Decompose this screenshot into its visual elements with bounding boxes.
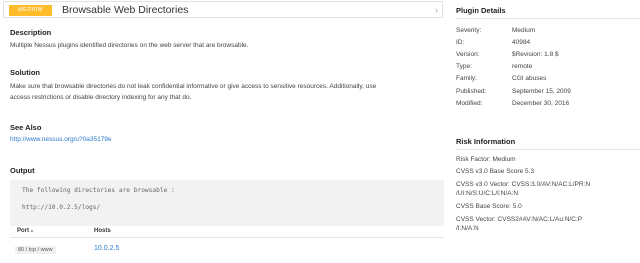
cvss3-vector-line-1: CVSS v3.0 Vector: CVSS:3.0/AV:N/AC:L/PR:… [456, 181, 591, 188]
description-text: Multiple Nessus plugins identified direc… [10, 42, 249, 49]
see-also-link[interactable]: http://www.nessus.org/u?0a35179e [10, 135, 112, 146]
hosts-column-header: Hosts [94, 228, 111, 234]
main-panel: MEDIUM Browsable Web Directories › Descr… [0, 0, 444, 263]
published-value: September 15, 2009 [512, 88, 571, 95]
cvss3-vector-line-2: /UI:N/S:U/C:L/I:N/A:N [456, 190, 519, 197]
type-label: Type: [456, 63, 472, 70]
modified-label: Modified: [456, 100, 483, 107]
family-value: CGI abuses [512, 75, 547, 82]
risk-factor: Risk Factor: Medium [456, 156, 516, 163]
plugin-details-heading: Plugin Details [456, 6, 506, 15]
published-label: Published: [456, 88, 487, 95]
cvss2-vector-line-2: /I:N/A:N [456, 225, 479, 232]
modified-value: December 30, 2016 [512, 100, 570, 107]
see-also-heading: See Also [10, 123, 42, 132]
divider [456, 18, 640, 19]
divider [456, 149, 640, 150]
severity-value: Medium [512, 27, 536, 34]
output-table-header: Port ▴ Hosts [10, 226, 444, 238]
sort-ascending-icon[interactable]: ▴ [31, 228, 34, 234]
risk-information-heading: Risk Information [456, 137, 516, 146]
cvss3-base-score: CVSS v3.0 Base Score 5.3 [456, 168, 535, 175]
id-label: ID: [456, 39, 465, 46]
chevron-right-icon[interactable]: › [435, 5, 438, 16]
host-link[interactable]: 10.0.2.5 [94, 245, 119, 252]
port-cell: 80 / tcp / www [15, 246, 56, 254]
id-value: 40984 [512, 39, 531, 46]
severity-label: Severity: [456, 27, 482, 34]
plugin-header[interactable]: MEDIUM Browsable Web Directories › [3, 1, 443, 18]
sidebar: Plugin Details Severity: Medium ID: 4098… [450, 0, 640, 263]
output-heading: Output [10, 166, 35, 175]
port-header-label: Port [17, 228, 29, 234]
description-heading: Description [10, 28, 52, 37]
port-column-header[interactable]: Port ▴ [17, 228, 33, 234]
version-value: $Revision: 1.8 $ [512, 51, 559, 58]
output-line-1: The following directories are browsable … [22, 187, 175, 194]
type-value: remote [512, 63, 533, 70]
output-box: The following directories are browsable … [10, 180, 444, 226]
severity-badge: MEDIUM [9, 5, 52, 16]
solution-heading: Solution [10, 68, 40, 77]
cvss2-vector-line-1: CVSS Vector: CVSS2#AV:N/AC:L/Au:N/C:P [456, 216, 583, 223]
cvss2-base-score: CVSS Base Score: 5.0 [456, 203, 522, 210]
version-label: Version: [456, 51, 480, 58]
output-line-2: http://10.0.2.5/logs/ [22, 204, 101, 211]
family-label: Family: [456, 75, 477, 82]
solution-text-line-2: access restrictions or disable directory… [10, 94, 192, 101]
solution-text-line-1: Make sure that browsable directories do … [10, 83, 377, 90]
plugin-title: Browsable Web Directories [62, 4, 189, 16]
